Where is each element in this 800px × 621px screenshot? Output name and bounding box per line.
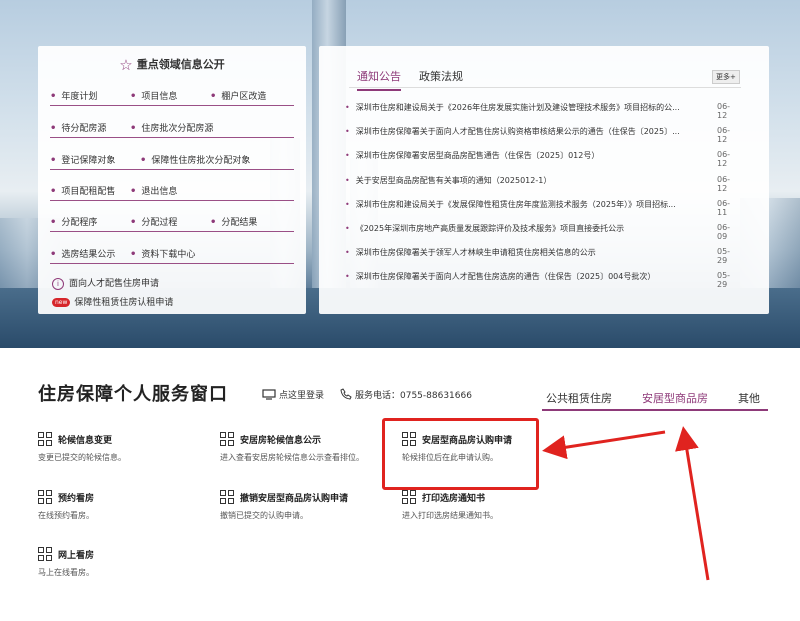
service-waitlist-change[interactable]: 轮候信息变更 变更已提交的轮候信息。: [38, 432, 198, 468]
service-cancel-application[interactable]: 撤销安居型商品房认购申请 撤销已提交的认购申请。: [220, 490, 380, 526]
featured-row: • 项目配租配售 • 退出信息: [50, 177, 294, 201]
grid-icon: [220, 432, 234, 446]
link-allocation-procedure[interactable]: • 分配程序: [50, 215, 97, 228]
link-batch-housing[interactable]: • 住房批次分配房源: [130, 121, 213, 134]
hero-banner: ☆ 重点领域信息公开 • 年度计划 • 项目信息 • 棚户区改造 • 待分配房源 • 住房批…: [0, 0, 800, 348]
news-panel: 通知公告 政策法规 更多+ 深圳市住房和建设局关于《2026年住房发展实施计划及…: [319, 46, 769, 314]
grid-icon: [38, 432, 52, 446]
link-registered-objects[interactable]: • 登记保障对象: [50, 153, 115, 166]
link-shantytown[interactable]: • 棚户区改造: [210, 89, 266, 102]
tab-underline: [542, 409, 768, 411]
grid-icon: [220, 490, 234, 504]
grid-icon: [402, 490, 416, 504]
tab-policies[interactable]: 政策法规: [419, 68, 463, 84]
more-button[interactable]: 更多+: [712, 70, 740, 84]
grid-icon: [38, 490, 52, 504]
phone-icon: [340, 388, 352, 400]
monitor-icon: [262, 389, 276, 400]
service-waitlist-notice[interactable]: 安居房轮候信息公示 进入查看安居房轮候信息公示查看排位。: [220, 432, 380, 468]
link-allocation-result[interactable]: • 分配结果: [210, 215, 257, 228]
info-circle-icon: i: [52, 277, 64, 290]
new-badge: new: [52, 298, 71, 307]
link-project-info[interactable]: • 项目信息: [130, 89, 177, 102]
arrow-up: [675, 426, 710, 581]
service-window-title: 住房保障个人服务窗口: [38, 384, 228, 405]
rental-application-link[interactable]: new 保障性租赁住房认租申请: [52, 295, 173, 308]
service-phone: 服务电话：0755-88631666: [340, 388, 472, 401]
link-pending-housing[interactable]: • 待分配房源: [50, 121, 106, 134]
featured-info-panel: ☆ 重点领域信息公开 • 年度计划 • 项目信息 • 棚户区改造 • 待分配房源 • 住房批…: [38, 46, 306, 314]
service-viewing-appointment[interactable]: 预约看房 在线预约看房。: [38, 490, 198, 526]
link-selection-results[interactable]: • 选房结果公示: [50, 247, 115, 260]
arrow-left: [542, 430, 666, 460]
service-print-notice[interactable]: 打印选房通知书 进入打印选房结果通知书。: [402, 490, 537, 526]
link-project-allocation[interactable]: • 项目配租配售: [50, 184, 115, 197]
tab-other[interactable]: 其他: [738, 390, 760, 406]
link-exit-info[interactable]: • 退出信息: [130, 184, 177, 197]
featured-row: • 分配程序 • 分配过程 • 分配结果: [50, 208, 294, 232]
grid-icon: [38, 547, 52, 561]
login-link[interactable]: 点这里登录: [262, 388, 324, 401]
tab-affordable-housing[interactable]: 安居型商品房: [642, 390, 708, 406]
service-online-viewing[interactable]: 网上看房 马上在线看房。: [38, 547, 198, 583]
featured-row: • 登记保障对象 • 保障性住房批次分配对象: [50, 146, 294, 170]
link-allocation-process[interactable]: • 分配过程: [130, 215, 177, 228]
featured-row: • 选房结果公示 • 资料下载中心: [50, 240, 294, 264]
link-batch-objects[interactable]: • 保障性住房批次分配对象: [140, 153, 250, 166]
tab-divider: [349, 87, 741, 88]
talent-housing-link[interactable]: i 面向人才配售住房申请: [52, 276, 159, 290]
featured-row: • 年度计划 • 项目信息 • 棚户区改造: [50, 82, 294, 106]
highlight-box: [382, 418, 539, 490]
star-icon: ☆: [119, 56, 133, 74]
link-annual-plan[interactable]: • 年度计划: [50, 89, 97, 102]
link-download-center[interactable]: • 资料下载中心: [130, 247, 195, 260]
tab-public-rental[interactable]: 公共租赁住房: [546, 390, 612, 406]
featured-row: • 待分配房源 • 住房批次分配房源: [50, 114, 294, 138]
panel-title: ☆ 重点领域信息公开: [119, 56, 225, 74]
